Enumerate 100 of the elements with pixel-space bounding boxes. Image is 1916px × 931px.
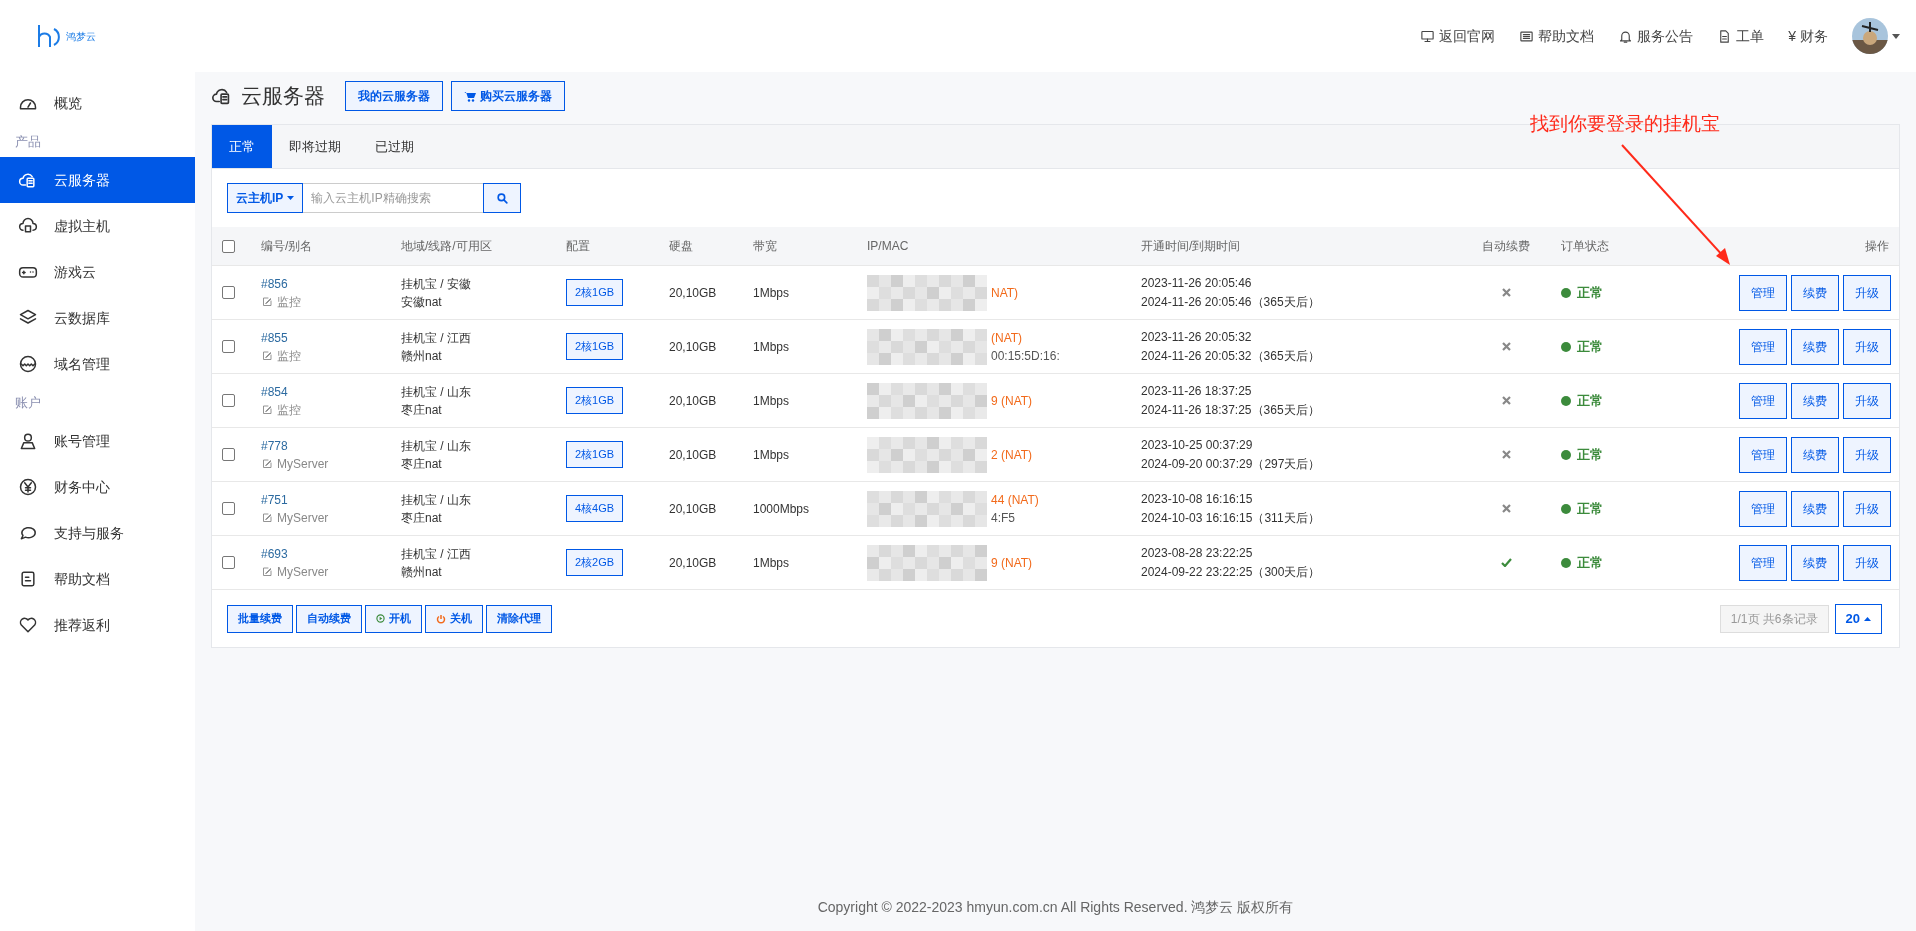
table-cell-text: 2023-08-28 23:22:25 — [1141, 544, 1253, 562]
row-action-button[interactable]: 升级 — [1843, 382, 1891, 419]
header-link[interactable]: ¥ 财务 — [1788, 25, 1828, 47]
row-action-button[interactable]: 升级 — [1843, 436, 1891, 473]
row-action-button[interactable]: 续费 — [1791, 490, 1839, 527]
row-action-button[interactable]: 管理 — [1739, 544, 1787, 581]
row-action-button[interactable]: 升级 — [1843, 274, 1891, 311]
status-tab[interactable]: 已过期 — [358, 125, 431, 168]
edit-icon[interactable] — [261, 457, 273, 470]
table-cell-text: 2023-10-08 16:16:15 — [1141, 490, 1253, 508]
logo-text: 鸿梦云 — [66, 29, 96, 44]
table-cell-text: 2024-11-26 20:05:46 — [1141, 293, 1252, 311]
bulk-action-button[interactable]: 关机 — [425, 604, 483, 633]
row-action-button[interactable]: 管理 — [1739, 328, 1787, 365]
row-action-button[interactable]: 升级 — [1843, 544, 1891, 581]
checkbox[interactable] — [222, 502, 235, 515]
bulk-action-button[interactable]: 开机 — [365, 604, 422, 633]
row-action-button[interactable]: 续费 — [1791, 436, 1839, 473]
server-id-link[interactable]: #751 — [261, 490, 288, 509]
sidebar-item[interactable]: 账号管理 — [0, 418, 195, 464]
table-cell-text: 枣庄nat — [401, 509, 442, 527]
row-action-button[interactable]: 管理 — [1739, 382, 1787, 419]
table-cell: 20,10GB — [669, 501, 717, 516]
edit-icon[interactable] — [261, 403, 273, 416]
header-link[interactable]: 返回官网 — [1420, 25, 1496, 47]
checkbox[interactable] — [222, 448, 235, 461]
row-action-button[interactable]: 管理 — [1739, 436, 1787, 473]
header-link[interactable]: 工单 — [1717, 25, 1765, 47]
sidebar-item[interactable]: 财务中心 — [0, 464, 195, 510]
table-cell-text: 挂机宝 / 山东 — [401, 491, 471, 509]
status-tab[interactable]: 正常 — [212, 125, 272, 168]
search-field[interactable]: 输入云主机IP精确搜索 — [303, 183, 484, 213]
header-button[interactable]: 购买云服务器 — [451, 81, 565, 111]
mac-fragment: 00:15:5D:16: — [991, 347, 1060, 365]
row-action-button[interactable]: 管理 — [1739, 274, 1787, 311]
globe-icon — [18, 354, 38, 374]
row-action-button[interactable]: 管理 — [1739, 490, 1787, 527]
sidebar-item[interactable]: 游戏云 — [0, 249, 195, 295]
checkbox[interactable] — [222, 394, 235, 407]
row-action-button[interactable]: 续费 — [1791, 382, 1839, 419]
server-id-link[interactable]: #856 — [261, 274, 288, 293]
server-id-link[interactable]: #855 — [261, 328, 288, 347]
checkbox[interactable] — [222, 239, 235, 253]
table-cell: 20,10GB — [669, 285, 717, 300]
edit-icon[interactable] — [261, 565, 273, 578]
header-link[interactable]: 帮助文档 — [1519, 25, 1595, 47]
row-action-button[interactable]: 续费 — [1791, 544, 1839, 581]
config-tag: 2核1GB — [566, 441, 624, 468]
bulk-action-button[interactable]: 清除代理 — [486, 604, 552, 633]
annotation-text: 找到你要登录的挂机宝 — [1530, 112, 1720, 136]
column-header: IP/MAC — [867, 239, 909, 253]
table-cell: 1000Mbps — [753, 501, 810, 516]
sidebar-item[interactable]: 云服务器 — [0, 157, 195, 203]
table-cell: 1Mbps — [753, 555, 790, 570]
page-size-dropdown[interactable]: 20 — [1834, 603, 1882, 634]
table-cell-text: 挂机宝 / 山东 — [401, 383, 471, 401]
edit-icon[interactable] — [261, 295, 273, 308]
table-cell-text: 2024-11-26 20:05:32 — [1141, 347, 1252, 365]
server-id-link[interactable]: #854 — [261, 382, 288, 401]
checkbox[interactable] — [222, 340, 235, 353]
config-tag: 2核2GB — [566, 549, 624, 576]
column-header: 带宽 — [753, 239, 777, 253]
row-action-button[interactable]: 续费 — [1791, 328, 1839, 365]
sidebar-item[interactable]: 虚拟主机 — [0, 203, 195, 249]
status-text: 正常 — [1577, 391, 1603, 410]
sidebar-item[interactable]: 域名管理 — [0, 341, 195, 387]
row-action-button[interactable]: 续费 — [1791, 274, 1839, 311]
server-alias: MyServer — [277, 563, 329, 581]
checkbox[interactable] — [222, 286, 235, 299]
sidebar-section-label: 产品 — [14, 132, 42, 151]
sidebar-item[interactable]: 云数据库 — [0, 295, 195, 341]
table-cell: 20,10GB — [669, 393, 717, 408]
search-button[interactable] — [483, 183, 522, 213]
bulk-action-button[interactable]: 自动续费 — [296, 604, 362, 633]
table-cell: 20,10GB — [669, 447, 717, 462]
table-cell-text: （300天后） — [1252, 563, 1321, 581]
status-tab[interactable]: 即将过期 — [272, 125, 358, 168]
edit-icon[interactable] — [261, 511, 273, 524]
header-button[interactable]: 我的云服务器 — [345, 81, 443, 111]
row-action-button[interactable]: 升级 — [1843, 328, 1891, 365]
server-id-link[interactable]: #693 — [261, 544, 288, 563]
sidebar-item[interactable]: 帮助文档 — [0, 556, 195, 602]
sidebar-item[interactable]: 概览 — [0, 80, 195, 126]
sidebar-item[interactable]: 推荐返利 — [0, 602, 195, 648]
filter-dropdown[interactable]: 云主机IP — [227, 183, 304, 213]
checkbox[interactable] — [222, 556, 235, 569]
caret-icon[interactable] — [1892, 33, 1900, 39]
bulk-action-button[interactable]: 批量续费 — [227, 604, 293, 633]
column-header: 配置 — [566, 239, 590, 253]
ip-fragment: NAT) — [991, 284, 1019, 302]
sidebar-section-label: 账户 — [14, 393, 42, 412]
table-cell: 1Mbps — [753, 285, 790, 300]
avatar[interactable] — [1852, 18, 1888, 54]
ip-fragment: 9 (NAT) — [991, 392, 1033, 410]
row-action-button[interactable]: 升级 — [1843, 490, 1891, 527]
server-id-link[interactable]: #778 — [261, 436, 288, 455]
server-alias: 监控 — [277, 347, 301, 365]
sidebar-item[interactable]: 支持与服务 — [0, 510, 195, 556]
edit-icon[interactable] — [261, 349, 273, 362]
header-link[interactable]: 服务公告 — [1618, 25, 1694, 47]
